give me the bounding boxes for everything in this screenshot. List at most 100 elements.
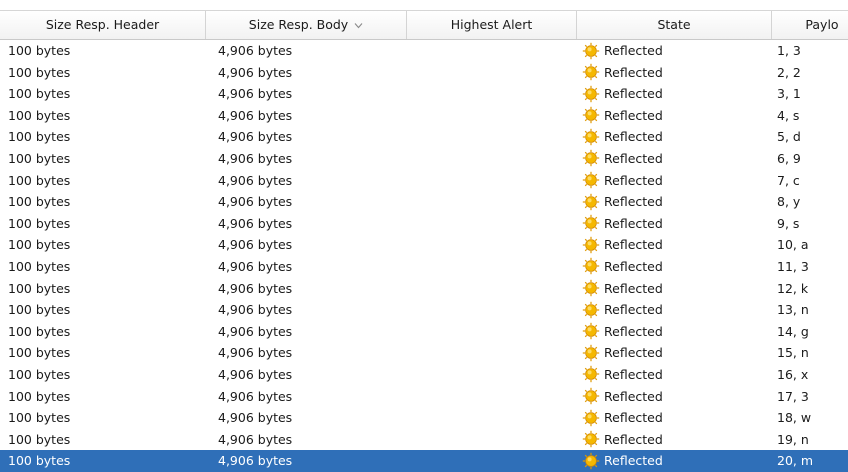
cell-highest-alert xyxy=(410,342,570,364)
column-header-size-resp-body[interactable]: Size Resp. Body xyxy=(206,11,407,39)
cell-size-resp-body: 4,906 bytes xyxy=(218,280,293,296)
table-row[interactable]: 100 bytes 4,906 bytes Reflected 12, k xyxy=(0,278,848,300)
column-header-label: Size Resp. Header xyxy=(45,17,160,32)
cell-payloads: 13, n xyxy=(777,302,809,318)
table-row[interactable]: 100 bytes 4,906 bytes Reflected 10, a xyxy=(0,234,848,256)
table-row[interactable]: 100 bytes 4,906 bytes Reflected 11, 3 xyxy=(0,256,848,278)
table-body: 100 bytes 4,906 bytes Reflected 1, 3 100 byt… xyxy=(0,40,848,472)
cell-size-resp-body: 4,906 bytes xyxy=(218,43,293,58)
table-row[interactable]: 100 bytes 4,906 bytes Reflected 5, d xyxy=(0,126,848,148)
cell-size-resp-header: 100 bytes xyxy=(8,453,71,469)
sun-icon xyxy=(582,106,600,124)
cell-payloads: 2, 2 xyxy=(777,64,801,80)
cell-payloads: 9, s xyxy=(777,215,800,231)
cell-size-resp-header: 100 bytes xyxy=(8,302,71,318)
table-row[interactable]: 100 bytes 4,906 bytes Reflected 19, n xyxy=(0,429,848,451)
sun-icon xyxy=(582,387,600,405)
sun-icon xyxy=(582,149,600,167)
table-row[interactable]: 100 bytes 4,906 bytes Reflected 15, n xyxy=(0,342,848,364)
table-row[interactable]: 100 bytes 4,906 bytes Reflected 4, s xyxy=(0,105,848,127)
sun-icon xyxy=(582,452,600,470)
cell-size-resp-header: 100 bytes xyxy=(8,107,71,123)
table-row[interactable]: 100 bytes 4,906 bytes Reflected 8, y xyxy=(0,191,848,213)
state-label: Reflected xyxy=(604,86,663,102)
cell-highest-alert xyxy=(410,450,570,472)
sun-icon xyxy=(582,322,600,340)
table-row[interactable]: 100 bytes 4,906 bytes Reflected 16, x xyxy=(0,364,848,386)
state-label: Reflected xyxy=(604,453,663,469)
cell-size-resp-body: 4,906 bytes xyxy=(218,431,293,447)
cell-highest-alert xyxy=(410,40,570,62)
table-row[interactable]: 100 bytes 4,906 bytes Reflected 13, n xyxy=(0,299,848,321)
cell-state: Reflected xyxy=(582,40,663,62)
column-header-size-resp-header[interactable]: Size Resp. Header xyxy=(0,11,206,39)
column-header-highest-alert[interactable]: Highest Alert xyxy=(407,11,577,39)
cell-payloads: 16, x xyxy=(777,366,809,382)
state-label: Reflected xyxy=(604,258,663,274)
cell-highest-alert xyxy=(410,299,570,321)
table-row[interactable]: 100 bytes 4,906 bytes Reflected 14, g xyxy=(0,321,848,343)
cell-state: Reflected xyxy=(582,234,663,256)
cell-size-resp-header: 100 bytes xyxy=(8,43,71,58)
sun-icon xyxy=(582,344,600,362)
table-row[interactable]: 100 bytes 4,906 bytes Reflected 7, c xyxy=(0,170,848,192)
cell-size-resp-body: 4,906 bytes xyxy=(218,172,293,188)
cell-size-resp-body: 4,906 bytes xyxy=(218,150,293,166)
state-label: Reflected xyxy=(604,194,663,210)
cell-payloads: 4, s xyxy=(777,107,800,123)
cell-state: Reflected xyxy=(582,170,663,192)
cell-state: Reflected xyxy=(582,126,663,148)
state-label: Reflected xyxy=(604,302,663,318)
cell-payloads: 8, y xyxy=(777,194,801,210)
cell-highest-alert xyxy=(410,278,570,300)
cell-highest-alert xyxy=(410,429,570,451)
cell-size-resp-body: 4,906 bytes xyxy=(218,194,293,210)
cell-highest-alert xyxy=(410,191,570,213)
sun-icon xyxy=(582,85,600,103)
cell-size-resp-header: 100 bytes xyxy=(8,86,71,102)
cell-highest-alert xyxy=(410,105,570,127)
cell-payloads: 6, 9 xyxy=(777,150,801,166)
table-row[interactable]: 100 bytes 4,906 bytes Reflected 18, w xyxy=(0,407,848,429)
state-label: Reflected xyxy=(604,280,663,296)
state-label: Reflected xyxy=(604,388,663,404)
column-header-payloads[interactable]: Paylo xyxy=(772,11,848,39)
top-divider xyxy=(0,0,848,11)
cell-highest-alert xyxy=(410,234,570,256)
column-header-state[interactable]: State xyxy=(577,11,772,39)
cell-state: Reflected xyxy=(582,429,663,451)
cell-size-resp-body: 4,906 bytes xyxy=(218,453,293,469)
cell-payloads: 7, c xyxy=(777,172,800,188)
sun-icon xyxy=(582,128,600,146)
table-row[interactable]: 100 bytes 4,906 bytes Reflected 6, 9 xyxy=(0,148,848,170)
cell-payloads: 3, 1 xyxy=(777,86,801,102)
table-row[interactable]: 100 bytes 4,906 bytes Reflected 3, 1 xyxy=(0,83,848,105)
cell-size-resp-body: 4,906 bytes xyxy=(218,64,293,80)
sun-icon xyxy=(582,42,600,60)
cell-state: Reflected xyxy=(582,256,663,278)
state-label: Reflected xyxy=(604,237,663,253)
cell-state: Reflected xyxy=(582,105,663,127)
cell-size-resp-body: 4,906 bytes xyxy=(218,129,293,145)
cell-size-resp-body: 4,906 bytes xyxy=(218,258,293,274)
cell-payloads: 11, 3 xyxy=(777,258,809,274)
table-row[interactable]: 100 bytes 4,906 bytes Reflected 1, 3 xyxy=(0,40,848,62)
table-row[interactable]: 100 bytes 4,906 bytes Reflected 17, 3 xyxy=(0,386,848,408)
table-row[interactable]: 100 bytes 4,906 bytes Reflected 20, m xyxy=(0,450,848,472)
cell-highest-alert xyxy=(410,148,570,170)
cell-payloads: 10, a xyxy=(777,237,809,253)
cell-size-resp-body: 4,906 bytes xyxy=(218,237,293,253)
state-label: Reflected xyxy=(604,43,663,58)
sun-icon xyxy=(582,171,600,189)
table-row[interactable]: 100 bytes 4,906 bytes Reflected 9, s xyxy=(0,213,848,235)
cell-state: Reflected xyxy=(582,342,663,364)
cell-size-resp-body: 4,906 bytes xyxy=(218,107,293,123)
state-label: Reflected xyxy=(604,172,663,188)
cell-size-resp-header: 100 bytes xyxy=(8,215,71,231)
state-label: Reflected xyxy=(604,107,663,123)
column-header-label: Size Resp. Body xyxy=(248,17,349,32)
cell-size-resp-header: 100 bytes xyxy=(8,150,71,166)
sun-icon xyxy=(582,430,600,448)
cell-highest-alert xyxy=(410,407,570,429)
table-row[interactable]: 100 bytes 4,906 bytes Reflected 2, 2 xyxy=(0,62,848,84)
